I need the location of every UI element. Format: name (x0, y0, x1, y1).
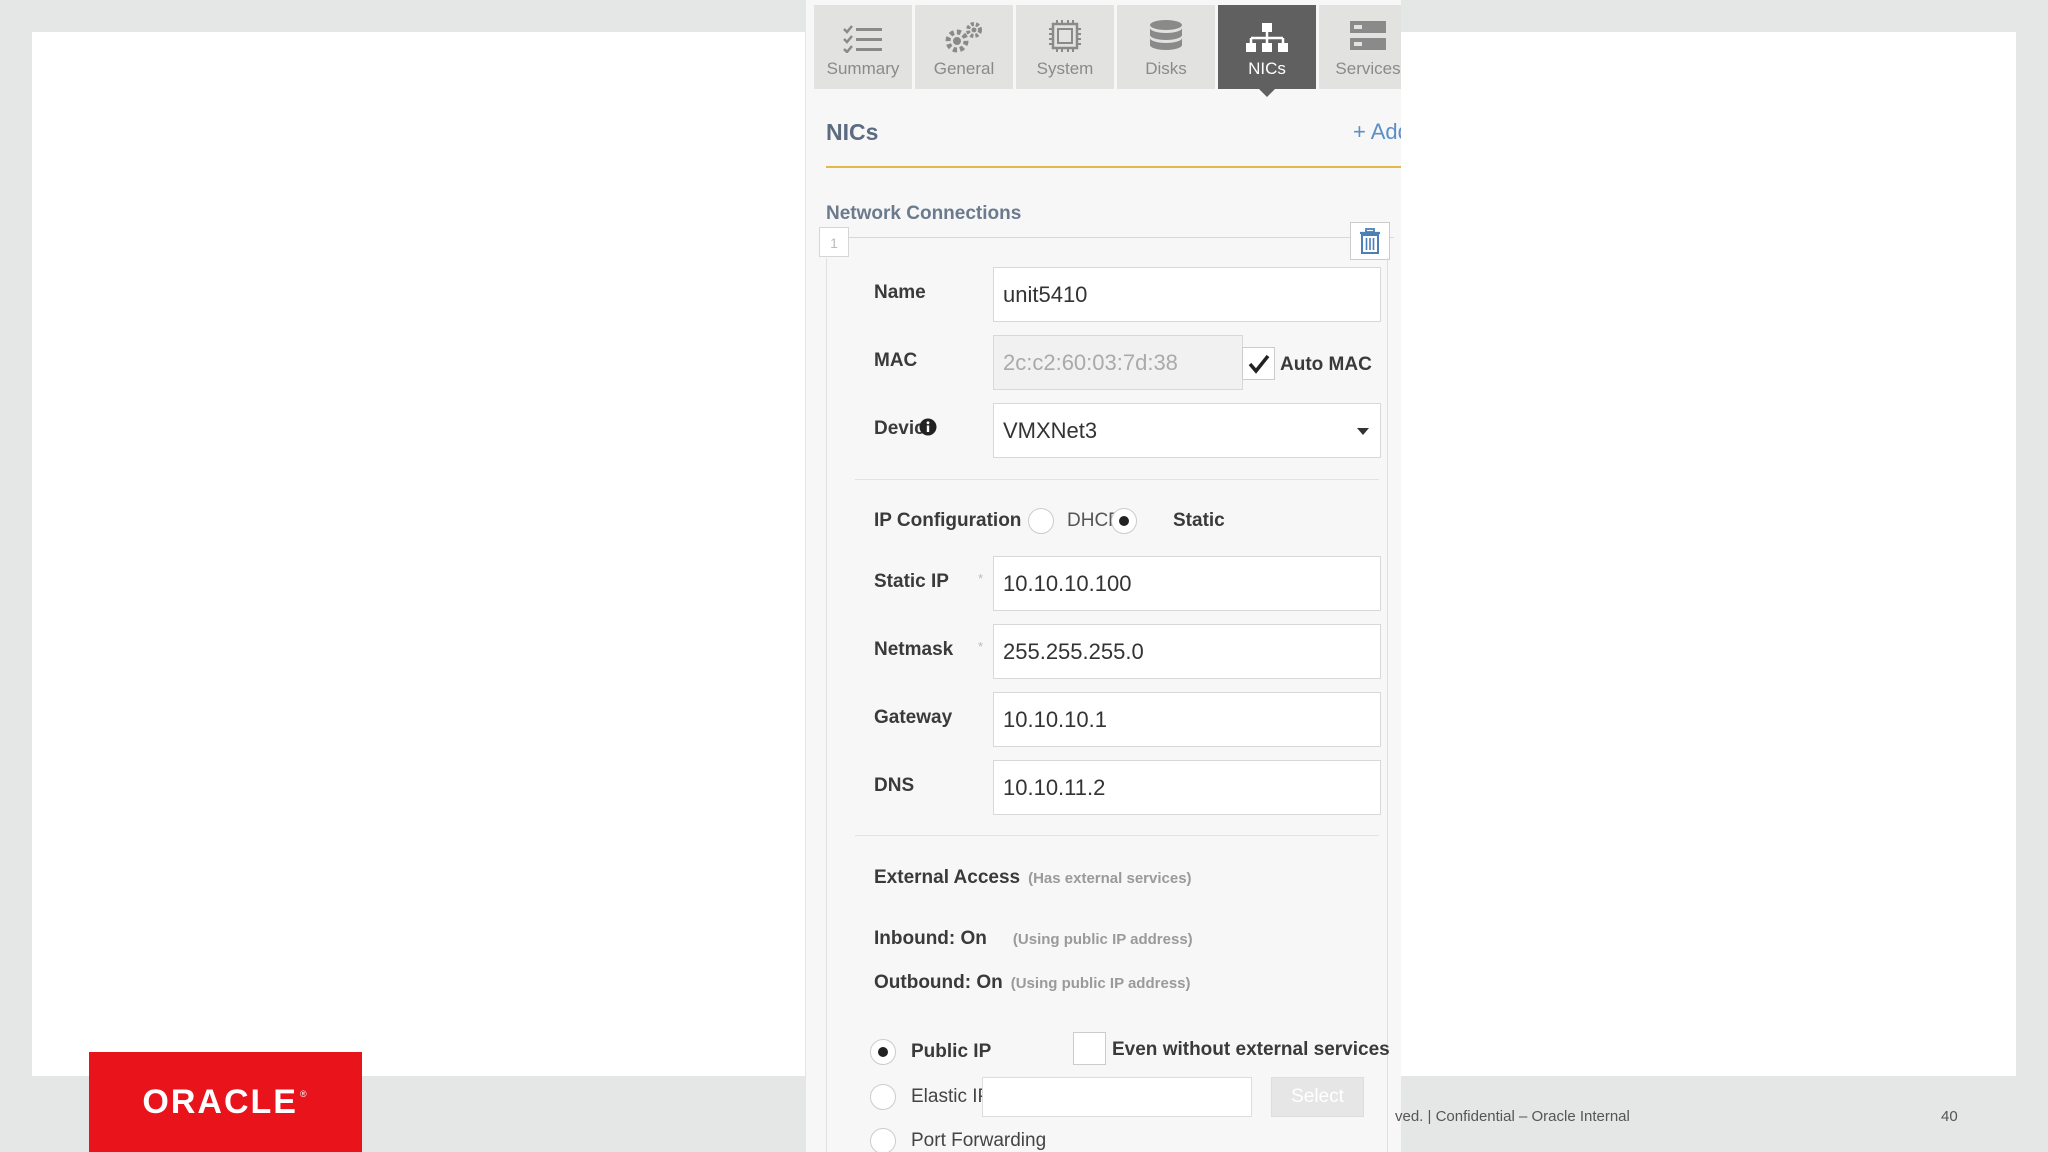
outbound-note: (Using public IP address) (1010, 975, 1191, 992)
dhcp-radio[interactable] (1028, 508, 1054, 534)
elastic-ip-input[interactable] (982, 1077, 1252, 1117)
tab-label: System (1036, 59, 1094, 78)
gateway-label: Gateway (874, 707, 953, 728)
section-divider (855, 835, 1379, 836)
tab-summary[interactable]: Summary (814, 5, 912, 89)
connection-header-line (849, 237, 1394, 238)
add-nic-link[interactable]: + Add (1353, 119, 1401, 145)
gears-icon (945, 22, 982, 53)
panel-title: NICs (826, 119, 879, 145)
elastic-ip-label: Elastic IP (911, 1086, 991, 1107)
network-connections-heading: Network Connections (826, 203, 1022, 224)
page-number: 40 (1941, 1108, 1958, 1125)
oracle-logo: ORACLE ® (89, 1052, 362, 1152)
title-divider (826, 166, 1401, 168)
required-marker: * (978, 571, 984, 586)
outbound-label: Outbound: On (874, 972, 1003, 993)
netmask-input[interactable]: 255.255.255.0 (993, 624, 1381, 679)
network-icon (1246, 23, 1288, 52)
port-forwarding-radio[interactable] (870, 1128, 896, 1152)
inbound-status: Inbound: On (Using public IP address) (874, 928, 1193, 950)
chip-icon (1049, 20, 1081, 52)
inbound-label: Inbound: On (874, 928, 987, 949)
tab-label: General (933, 59, 995, 78)
footer-confidential-text: ved. | Confidential – Oracle Internal (1395, 1108, 1630, 1125)
mac-label: MAC (874, 350, 918, 371)
public-ip-label: Public IP (911, 1041, 992, 1062)
gateway-input[interactable]: 10.10.10.1 (993, 692, 1381, 747)
tab-nics[interactable]: NICs (1218, 5, 1316, 97)
device-select[interactable]: VMXNet3 (993, 403, 1381, 458)
external-access-note: (Has external services) (1028, 870, 1192, 887)
info-icon[interactable] (919, 418, 937, 436)
connection-box: Name unit5410 MAC 2c:c2:60:03:7d:38 Auto… (826, 258, 1390, 1152)
even-without-external-checkbox[interactable] (1073, 1032, 1106, 1065)
elastic-ip-radio[interactable] (870, 1084, 896, 1110)
nic-settings-panel: Summary General System Disks NICs Servic… (805, 0, 1401, 1152)
auto-mac-checkbox[interactable] (1242, 347, 1275, 380)
trash-icon (1360, 228, 1380, 254)
oracle-logo-text: ORACLE (142, 1082, 298, 1121)
even-without-external-label: Even without external services (1112, 1039, 1390, 1060)
services-icon (1350, 21, 1386, 50)
port-forwarding-label: Port Forwarding (911, 1130, 1047, 1151)
section-divider (855, 479, 1379, 480)
summary-list-icon (843, 25, 882, 53)
tab-system[interactable]: System (1016, 5, 1114, 89)
device-select-value: VMXNet3 (1003, 418, 1098, 443)
required-marker: * (978, 639, 984, 654)
name-input[interactable]: unit5410 (993, 267, 1381, 322)
static-ip-input[interactable]: 10.10.10.100 (993, 556, 1381, 611)
tab-label: Summary (826, 59, 900, 78)
inbound-note: (Using public IP address) (1012, 931, 1193, 948)
netmask-label: Netmask (874, 639, 954, 660)
tab-disks[interactable]: Disks (1117, 5, 1215, 89)
outbound-status: Outbound: On (Using public IP address) (874, 972, 1191, 994)
ip-configuration-label: IP Configuration (874, 510, 1022, 531)
static-label: Static (1173, 510, 1225, 531)
auto-mac-label: Auto MAC (1280, 354, 1372, 375)
tab-label: Services (1335, 59, 1401, 78)
connection-index-badge: 1 (819, 227, 849, 257)
dns-input[interactable]: 10.10.11.2 (993, 760, 1381, 815)
static-radio[interactable] (1111, 508, 1137, 534)
public-ip-radio[interactable] (870, 1039, 896, 1065)
static-ip-label: Static IP (874, 571, 949, 592)
tab-services[interactable]: Services (1319, 5, 1401, 89)
tab-general[interactable]: General (915, 5, 1013, 89)
checkmark-icon (1248, 354, 1269, 374)
database-icon (1150, 20, 1182, 50)
chevron-down-icon (1357, 428, 1369, 435)
external-access-heading: External Access (Has external services) (874, 867, 1192, 889)
registered-mark: ® (299, 1089, 309, 1099)
dns-label: DNS (874, 775, 915, 796)
name-label: Name (874, 282, 926, 303)
tab-bar: Summary General System Disks NICs Servic… (814, 5, 1401, 97)
tab-label: NICs (1248, 59, 1286, 78)
external-access-title: External Access (874, 867, 1021, 888)
tab-label: Disks (1145, 59, 1187, 78)
delete-connection-button[interactable] (1350, 222, 1390, 260)
select-elastic-ip-button[interactable]: Select (1271, 1077, 1364, 1117)
mac-input[interactable]: 2c:c2:60:03:7d:38 (993, 335, 1243, 390)
